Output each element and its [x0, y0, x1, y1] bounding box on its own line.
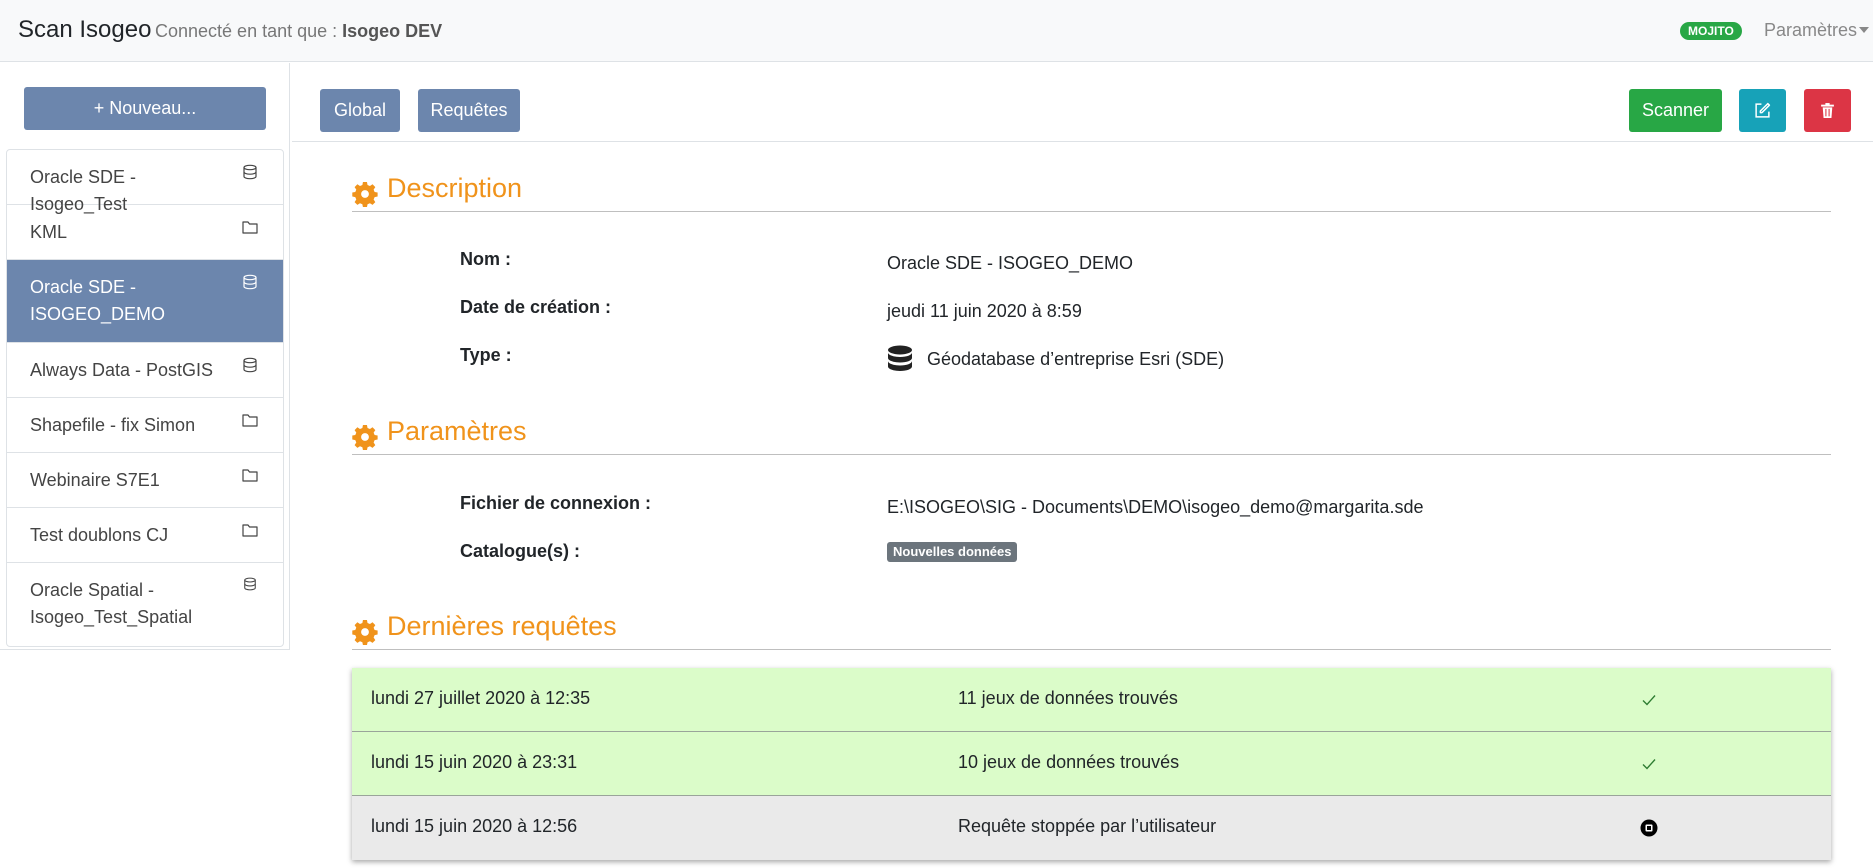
- request-date: lundi 27 juillet 2020 à 12:35: [371, 688, 591, 708]
- request-message: 10 jeux de données trouvés: [958, 752, 1180, 772]
- list-item-label: Oracle Spatial - Isogeo_Test_Spatial: [30, 580, 193, 627]
- table-row[interactable]: lundi 27 juillet 2020 à 12:35 11 jeux de…: [352, 668, 1831, 732]
- parameters-title: Paramètres: [387, 416, 527, 446]
- new-button[interactable]: + Nouveau...: [24, 87, 266, 130]
- folder-icon: [242, 221, 258, 234]
- request-message: 11 jeux de données trouvés: [958, 688, 1178, 708]
- description-section-header: Description: [352, 170, 1831, 212]
- request-date: lundi 15 juin 2020 à 12:56: [371, 816, 578, 836]
- list-item[interactable]: Test doublons CJ: [7, 508, 283, 563]
- check-icon: [1642, 695, 1656, 706]
- edit-button[interactable]: [1739, 89, 1786, 132]
- list-item[interactable]: Webinaire S7E1: [7, 453, 283, 508]
- list-item-label: Always Data - PostGIS: [30, 360, 214, 380]
- creation-date-value: jeudi 11 juin 2020 à 8:59: [887, 301, 1082, 321]
- parameters-menu-label: Paramètres: [1764, 20, 1858, 40]
- top-navbar: Scan Isogeo Connecté en tant que : Isoge…: [0, 0, 1873, 62]
- environment-badge: MOJITO: [1680, 22, 1742, 40]
- gear-icon: [352, 619, 378, 645]
- global-tab-button[interactable]: Global: [320, 89, 400, 132]
- requests-title: Dernières requêtes: [387, 611, 617, 641]
- list-item-label: Webinaire S7E1: [30, 470, 160, 490]
- connection-file-value: E:\ISOGEO\SIG - Documents\DEMO\isogeo_de…: [887, 497, 1424, 517]
- database-icon: [888, 345, 912, 371]
- catalogs-label: Catalogue(s) :: [460, 541, 581, 561]
- gear-icon: [352, 424, 378, 450]
- database-icon: [243, 274, 257, 290]
- list-item[interactable]: Oracle Spatial - Isogeo_Test_Spatial: [7, 563, 283, 646]
- connected-user: Isogeo DEV: [342, 21, 443, 41]
- type-value: Géodatabase d’entreprise Esri (SDE): [927, 349, 1225, 369]
- folder-icon: [242, 524, 258, 537]
- requests-tab-button[interactable]: Requêtes: [418, 89, 520, 132]
- parameters-section-header: Paramètres: [352, 413, 1831, 455]
- database-icon: [244, 577, 256, 591]
- app-brand[interactable]: Scan Isogeo: [18, 16, 151, 44]
- table-row[interactable]: lundi 15 juin 2020 à 23:31 10 jeux de do…: [352, 732, 1831, 796]
- list-item[interactable]: Oracle SDE - Isogeo_Test: [7, 150, 283, 214]
- main-toolbar: Global Requêtes Scanner: [292, 63, 1873, 142]
- stop-icon: [1640, 819, 1658, 837]
- list-item-label: Test doublons CJ: [30, 525, 169, 545]
- gear-icon: [352, 181, 378, 207]
- list-item[interactable]: Always Data - PostGIS: [7, 343, 283, 398]
- connection-file-label: Fichier de connexion :: [460, 493, 652, 513]
- source-list: Oracle SDE - Isogeo_Test KML Oracle SDE …: [6, 149, 284, 647]
- table-row[interactable]: lundi 15 juin 2020 à 12:56 Requête stopp…: [352, 796, 1831, 860]
- folder-icon: [242, 469, 258, 482]
- list-item-label: Oracle SDE - ISOGEO_DEMO: [30, 277, 166, 324]
- list-item-label: KML: [30, 222, 68, 242]
- requests-table: lundi 27 juillet 2020 à 12:35 11 jeux de…: [352, 668, 1831, 860]
- check-icon: [1642, 759, 1656, 770]
- database-icon: [243, 357, 257, 373]
- edit-icon: [1755, 102, 1771, 118]
- delete-button[interactable]: [1804, 89, 1851, 132]
- trash-icon: [1821, 103, 1834, 118]
- request-date: lundi 15 juin 2020 à 23:31: [371, 752, 578, 772]
- catalog-badge[interactable]: Nouvelles données: [887, 542, 1018, 562]
- request-message: Requête stoppée par l’utilisateur: [958, 816, 1217, 836]
- type-label: Type :: [460, 345, 512, 365]
- parameters-menu[interactable]: Paramètres: [1764, 20, 1870, 41]
- scan-button[interactable]: Scanner: [1629, 89, 1722, 132]
- list-item[interactable]: KML: [7, 205, 283, 260]
- requests-section-header: Dernières requêtes: [352, 608, 1831, 650]
- caret-down-icon: [1859, 26, 1870, 33]
- connected-prefix: Connecté en tant que :: [155, 21, 343, 41]
- sidebar: + Nouveau... Oracle SDE - Isogeo_Test KM…: [0, 63, 290, 650]
- name-label: Nom :: [460, 249, 511, 269]
- connected-as: Connecté en tant que : Isogeo DEV: [155, 21, 442, 42]
- list-item-label: Shapefile - fix Simon: [30, 415, 196, 435]
- description-title: Description: [387, 173, 523, 203]
- creation-date-label: Date de création :: [460, 297, 612, 317]
- folder-icon: [242, 414, 258, 427]
- database-icon: [243, 164, 257, 180]
- list-item[interactable]: Shapefile - fix Simon: [7, 398, 283, 453]
- name-value: Oracle SDE - ISOGEO_DEMO: [887, 253, 1134, 273]
- list-item[interactable]: Oracle SDE - ISOGEO_DEMO: [7, 260, 283, 343]
